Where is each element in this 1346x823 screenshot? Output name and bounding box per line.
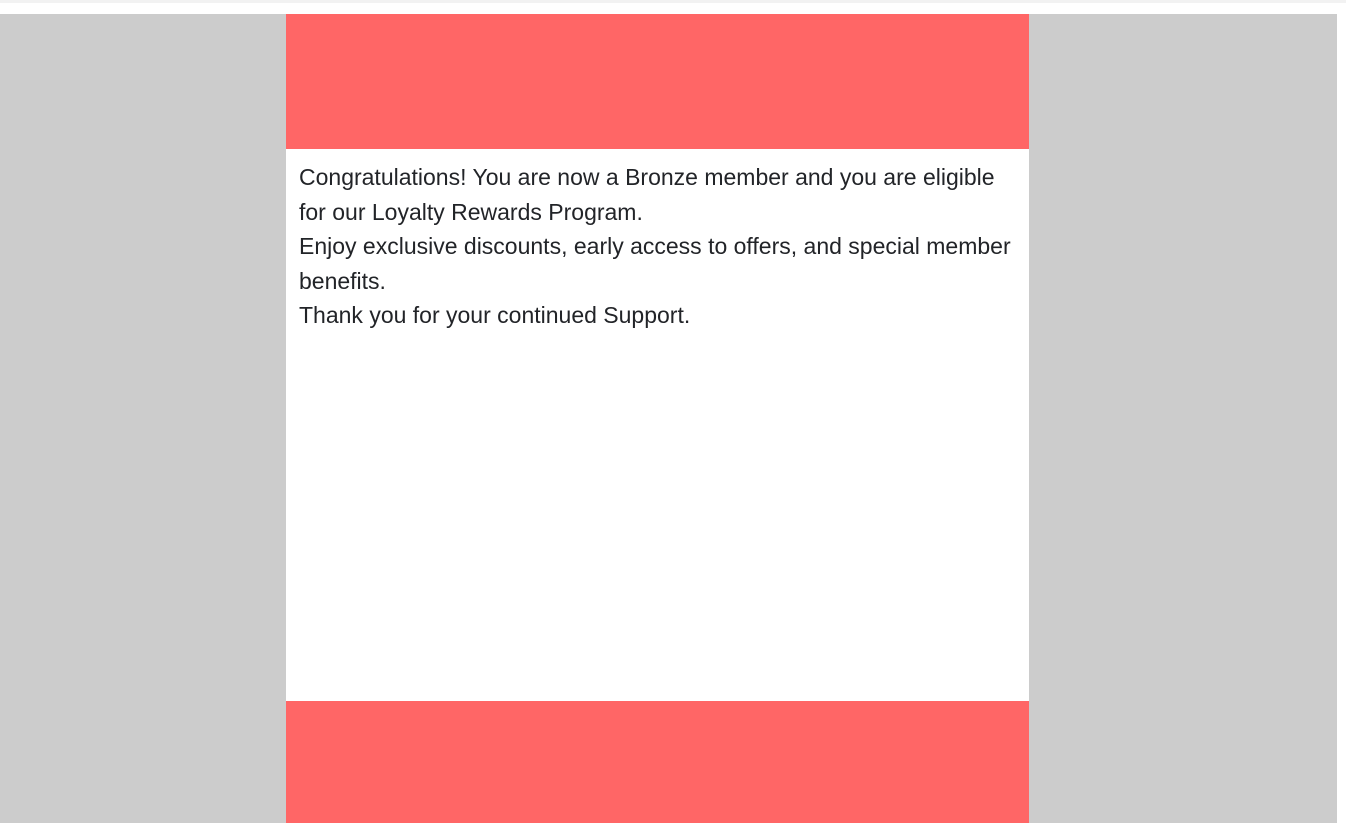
benefits-message: Enjoy exclusive discounts, early access … xyxy=(299,233,1011,294)
top-strip xyxy=(0,0,1346,14)
email-viewport: Congratulations! You are now a Bronze me… xyxy=(0,14,1337,823)
header-banner xyxy=(286,14,1029,149)
congratulations-message: Congratulations! You are now a Bronze me… xyxy=(299,164,995,225)
top-divider xyxy=(0,0,1346,3)
thank-you-message: Thank you for your continued Support. xyxy=(299,302,691,328)
footer-banner xyxy=(286,701,1029,823)
email-card: Congratulations! You are now a Bronze me… xyxy=(286,14,1029,823)
message-body: Congratulations! You are now a Bronze me… xyxy=(299,160,1016,333)
